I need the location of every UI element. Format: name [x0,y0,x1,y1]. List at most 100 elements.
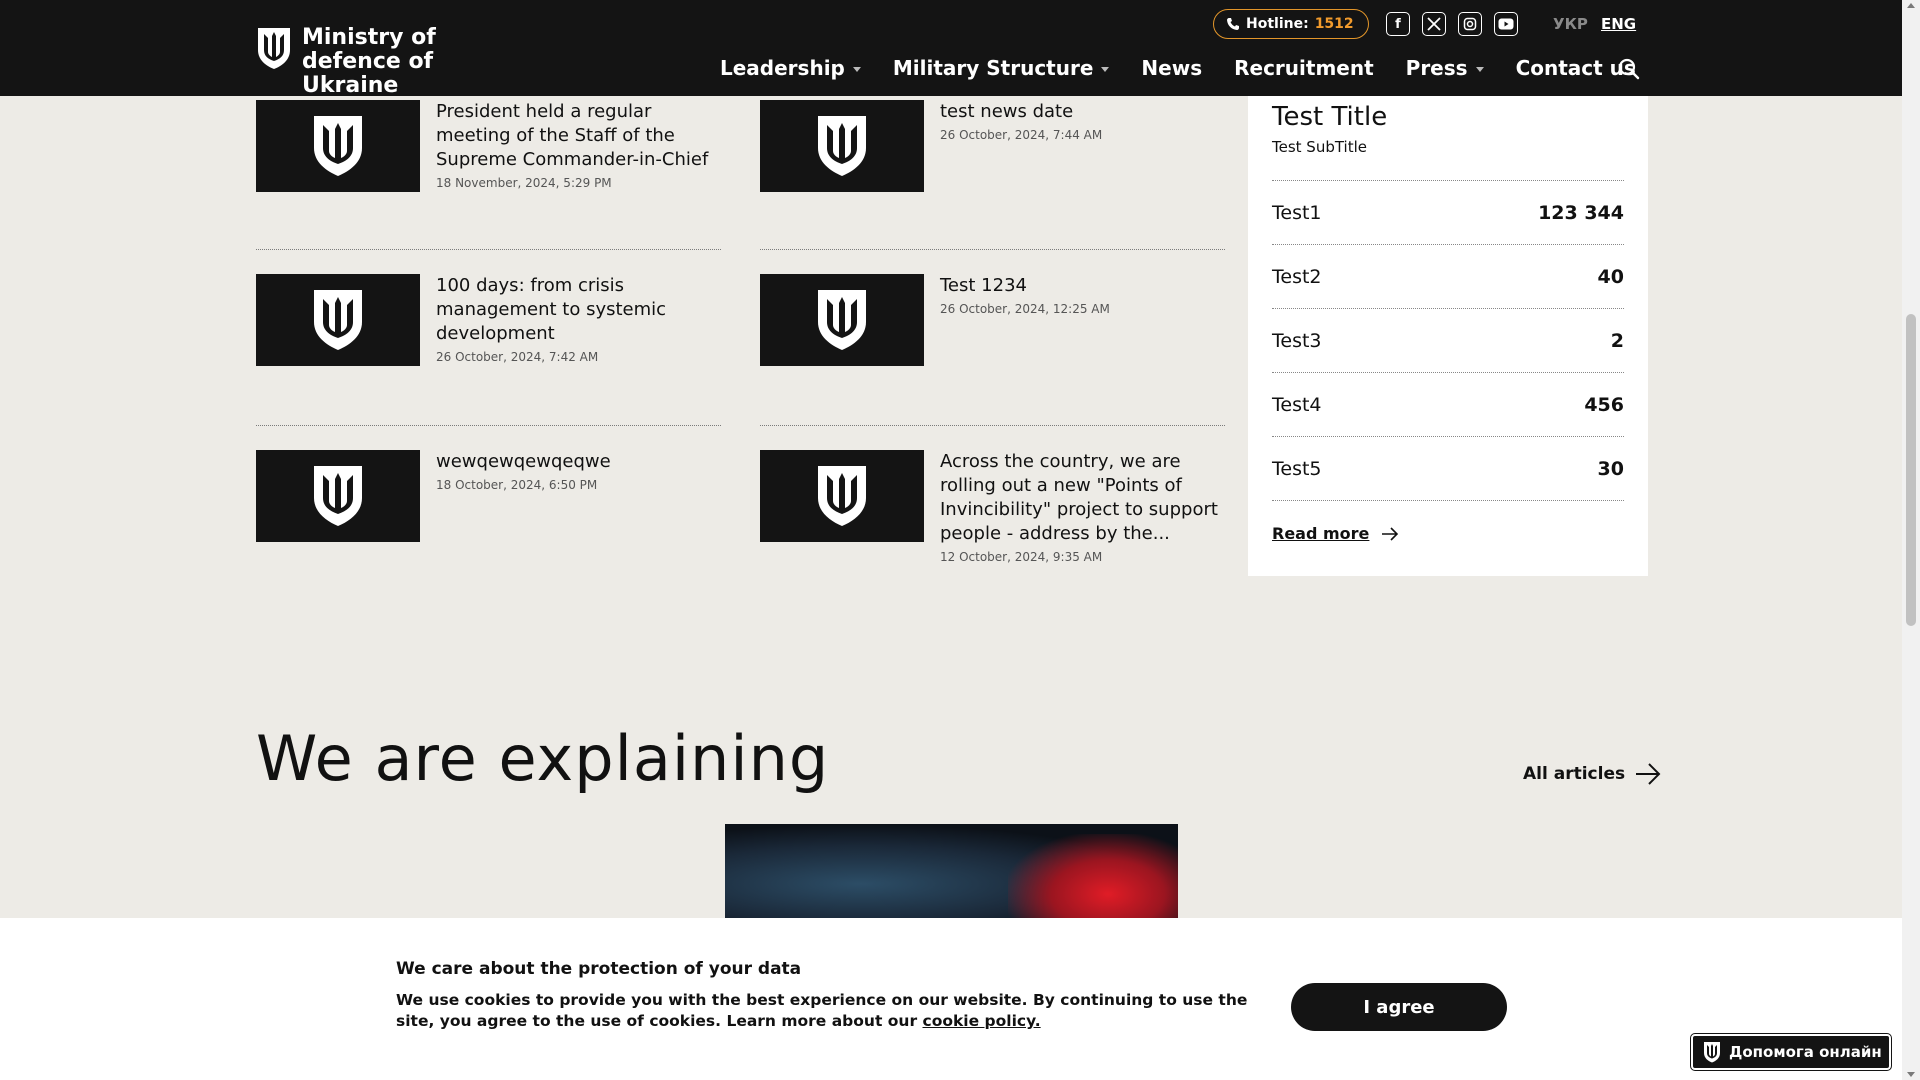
trident-logo-icon [1704,1042,1720,1063]
news-title[interactable]: wewqewqewqeqwe [436,450,716,474]
trident-emblem-icon [314,116,362,176]
nav-leadership[interactable]: Leadership [720,56,861,80]
trident-emblem-icon [314,466,362,526]
news-date: 26 October, 2024, 7:44 AM [940,128,1103,142]
trident-emblem-icon [818,116,866,176]
page-scrollbar[interactable] [1902,0,1920,1080]
stats-row-label: Test3 [1272,329,1322,352]
cookie-body: We use cookies to provide you with the b… [396,991,1248,1030]
news-thumbnail[interactable] [760,274,924,366]
all-articles-link[interactable]: All articles [1523,763,1661,785]
chevron-down-icon [1101,66,1110,72]
hotline-button[interactable]: Hotline: 1512 [1213,9,1369,39]
cookie-title: We care about the protection of your dat… [396,959,802,979]
nav-leadership-label: Leadership [720,56,845,80]
instagram-icon[interactable] [1458,12,1482,36]
news-divider [760,425,1225,426]
news-thumbnail[interactable] [760,450,924,542]
nav-recruitment-label: Recruitment [1234,56,1374,80]
cookie-text: We use cookies to provide you with the b… [396,990,1266,1032]
news-title[interactable]: Test 1234 [940,274,1220,298]
news-item[interactable]: Test 1234 26 October, 2024, 12:25 AM [760,274,1220,366]
nav-news-label: News [1141,56,1203,80]
stats-row: Test4 456 [1272,373,1624,437]
stats-row: Test5 30 [1272,437,1624,501]
article-image[interactable] [725,824,1178,924]
all-articles-label: All articles [1523,764,1626,784]
chevron-down-icon [852,66,861,72]
news-title[interactable]: test news date [940,100,1220,124]
nav-news[interactable]: News [1141,56,1202,80]
news-text: Across the country, we are rolling out a… [940,450,1220,564]
stats-row-value: 40 [1597,265,1624,288]
chevron-down-icon [1475,66,1484,72]
news-date: 26 October, 2024, 12:25 AM [940,302,1110,316]
news-divider [760,249,1225,250]
news-date: 18 November, 2024, 5:29 PM [436,176,612,190]
news-text: Test 1234 26 October, 2024, 12:25 AM [940,274,1220,366]
arrow-right-icon [1636,763,1661,785]
news-thumbnail[interactable] [256,450,420,542]
nav-recruitment[interactable]: Recruitment [1234,56,1374,80]
scroll-down-arrow-icon[interactable] [1907,1072,1915,1077]
nav-press[interactable]: Press [1406,56,1484,80]
main-nav: Leadership Military Structure News Recru… [720,56,1668,80]
agree-button[interactable]: I agree [1291,983,1507,1031]
news-text: President held a regular meeting of the … [436,100,716,192]
stats-row-value: 123 344 [1538,201,1624,224]
news-text: wewqewqewqeqwe 18 October, 2024, 6:50 PM [436,450,716,542]
x-twitter-icon[interactable] [1422,12,1446,36]
news-thumbnail[interactable] [256,100,420,192]
stats-row-value: 30 [1597,457,1624,480]
stats-card-rows: Test1 123 344 Test2 40 Test3 2 Test4 456… [1272,180,1624,501]
news-item[interactable]: wewqewqewqeqwe 18 October, 2024, 6:50 PM [256,450,716,542]
facebook-icon[interactable]: f [1386,12,1410,36]
news-thumbnail[interactable] [256,274,420,366]
read-more-link[interactable]: Read more [1272,524,1399,543]
stats-row: Test3 2 [1272,309,1624,373]
news-item[interactable]: 100 days: from crisis management to syst… [256,274,716,366]
nav-press-label: Press [1405,56,1468,80]
site-header: Ministry of defence of Ukraine Hotline: … [0,0,1902,98]
stats-card: Test Title Test SubTitle Test1 123 344 T… [1248,96,1648,576]
stats-row: Test2 40 [1272,245,1624,309]
news-item[interactable]: test news date 26 October, 2024, 7:44 AM [760,100,1220,192]
lang-eng-link[interactable]: ENG [1601,15,1636,33]
nav-military-structure[interactable]: Military Structure [893,56,1110,80]
stats-row: Test1 123 344 [1272,181,1624,245]
help-online-button[interactable]: Допомога онлайн [1690,1033,1892,1071]
search-icon[interactable] [1617,57,1641,81]
stats-row-label: Test1 [1272,201,1322,224]
news-item[interactable]: President held a regular meeting of the … [256,100,716,192]
scrollbar-thumb[interactable] [1906,314,1916,626]
news-date: 26 October, 2024, 7:42 AM [436,350,599,364]
trident-emblem-icon [314,290,362,350]
news-title[interactable]: 100 days: from crisis management to syst… [436,274,716,346]
news-item[interactable]: Across the country, we are rolling out a… [760,450,1220,564]
trident-emblem-icon [818,290,866,350]
hotline-label: Hotline: [1246,16,1309,32]
news-date: 18 October, 2024, 6:50 PM [436,478,598,492]
trident-logo-icon [258,28,290,69]
nav-military-structure-label: Military Structure [892,56,1094,80]
news-text: 100 days: from crisis management to syst… [436,274,716,366]
news-title[interactable]: Across the country, we are rolling out a… [940,450,1220,546]
section-title: We are explaining [256,722,830,795]
lang-ukr-link[interactable]: УКР [1553,15,1588,33]
news-thumbnail[interactable] [760,100,924,192]
stats-card-subtitle: Test SubTitle [1272,138,1368,156]
youtube-icon[interactable] [1494,12,1518,36]
arrow-right-icon [1382,526,1399,541]
news-title[interactable]: President held a regular meeting of the … [436,100,716,172]
cookie-policy-link[interactable]: cookie policy. [923,1012,1041,1030]
hotline-number: 1512 [1314,16,1354,32]
logo-text: Ministry of defence of Ukraine [302,25,436,98]
trident-emblem-icon [818,466,866,526]
news-text: test news date 26 October, 2024, 7:44 AM [940,100,1220,192]
news-divider [256,425,721,426]
scroll-up-arrow-icon[interactable] [1907,3,1915,8]
site-logo[interactable]: Ministry of defence of Ukraine [256,26,532,98]
stats-row-label: Test4 [1272,393,1322,416]
article-image-highlight [1008,834,1178,924]
stats-row-label: Test5 [1272,457,1322,480]
